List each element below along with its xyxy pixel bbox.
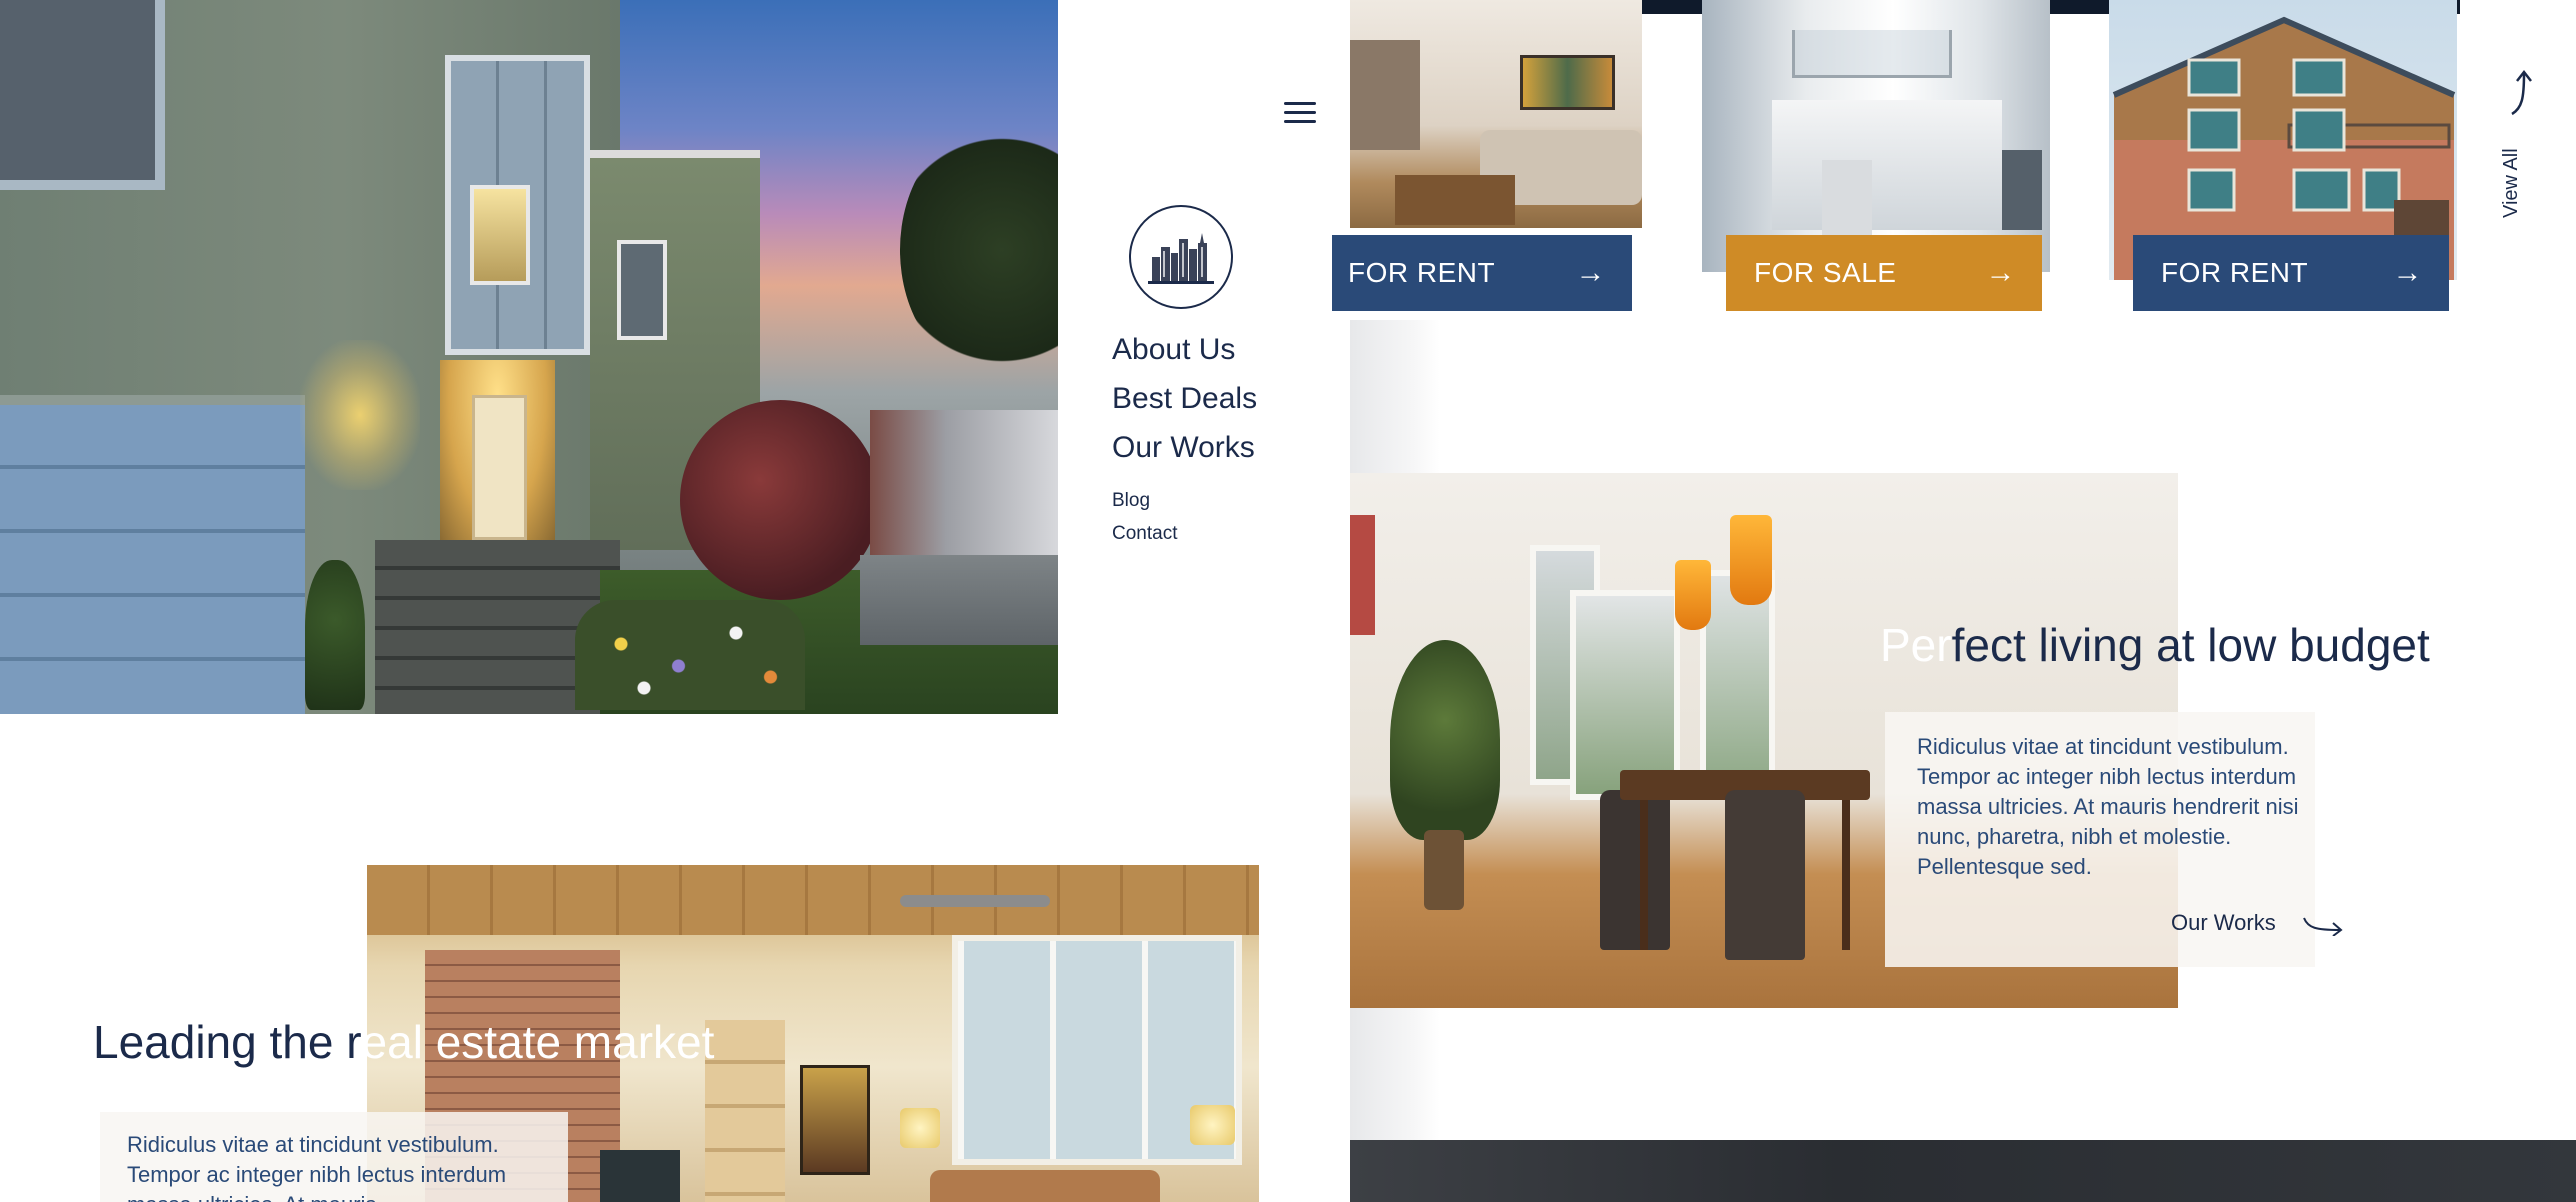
red-maple-tree [680,400,880,600]
table-lamp [1190,1105,1235,1145]
wood-ceiling [367,865,1259,935]
arrow-right-icon: → [1985,256,2016,289]
night-house-photo [1350,1140,2576,1202]
front-door [472,395,527,540]
table-lamp [900,1108,940,1148]
feature-title-perfect-living: Perfect living at low budget [1880,618,2430,672]
arrow-right-icon: → [1575,256,1606,289]
balcony-slab [1772,100,2002,230]
garage-door [0,395,305,714]
nav-link-best-deals[interactable]: Best Deals [1112,382,1257,416]
house-window [0,0,165,190]
long-arrow-right-icon[interactable] [2302,914,2344,936]
arrow-right-icon: → [2392,256,2423,289]
curved-arrow-up-icon [2511,69,2532,116]
feature-description: Ridiculus vitae at tincidunt vestibulum.… [1917,734,2299,879]
wall-painting [800,1065,870,1175]
our-works-link[interactable]: Our Works [2171,910,2276,936]
view-all-label: View All [2500,148,2522,218]
listing-status-label: FOR RENT [1348,257,1496,288]
listing-status-button-3[interactable]: FOR RENT → [2133,235,2449,311]
tree-foliage [900,130,1058,370]
city-skyline-logo[interactable] [1129,205,1233,309]
view-all-link[interactable]: View All [2500,68,2540,228]
pendant-lamp [1675,560,1711,630]
listing-status-label: FOR SALE [1754,257,1897,288]
listing-status-button-2[interactable]: FOR SALE → [1726,235,2042,311]
title-segment: fect living at low budget [1951,619,2430,671]
potted-plant [1390,640,1500,840]
dining-chair [1725,790,1805,960]
wall-art [1520,55,1615,110]
city-skyline-icon [1148,233,1214,284]
pendant-lamp [1730,515,1772,605]
coffee-table [1395,175,1515,225]
tower-window [470,185,530,285]
nav-link-contact[interactable]: Contact [1112,523,1177,545]
balcony-railing [1792,30,1952,78]
built-in-shelf [705,1020,785,1202]
listing-photo-balconies[interactable] [1702,0,2050,272]
kitchen-cabinets [1350,40,1420,150]
sofa [930,1170,1160,1202]
title-segment: Per [1880,619,1952,671]
title-segment: Leading the r [93,1016,362,1068]
flower-bed [575,600,805,710]
ceiling-fan [900,895,1050,907]
wall-lamp-glow [300,340,420,490]
nav-link-about-us[interactable]: About Us [1112,333,1235,367]
wall-art-edge [1350,515,1375,635]
neighbor-houses [870,410,1058,560]
fireplace-insert [600,1150,680,1202]
hero-house-exterior-photo [0,0,1058,714]
shrub [305,560,365,710]
hamburger-menu-icon[interactable] [1284,98,1318,128]
street [860,555,1058,645]
listing-status-label: FOR RENT [2161,257,2309,288]
feature-title-leading: Leading the real estate market [93,1015,714,1069]
nav-link-blog[interactable]: Blog [1112,490,1150,512]
listing-status-button-1[interactable]: FOR RENT → [1332,235,1632,311]
side-window [617,240,667,340]
listing-photo-living-room[interactable] [1350,0,1642,228]
bay-window [1570,590,1680,800]
nav-link-our-works[interactable]: Our Works [1112,431,1255,465]
plant-pot [1424,830,1464,910]
bay-window [1700,570,1775,800]
feature-description: Ridiculus vitae at tincidunt vestibulum.… [127,1132,507,1202]
title-segment: eal estate market [361,1016,715,1068]
